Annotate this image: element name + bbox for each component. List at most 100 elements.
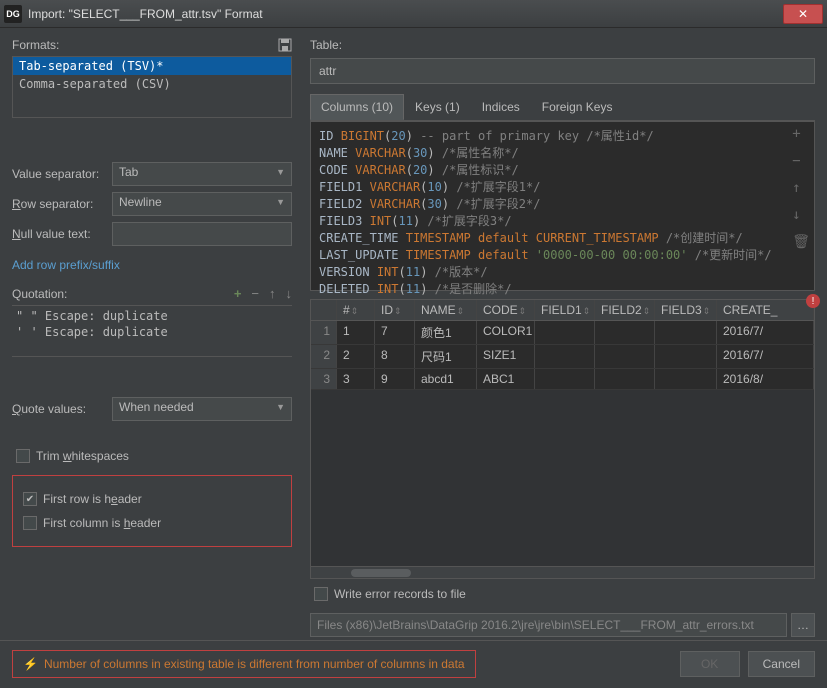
delete-col-icon[interactable]: 🗑 xyxy=(792,234,810,251)
add-column-icon[interactable]: + xyxy=(792,126,810,143)
table-cell[interactable] xyxy=(595,369,655,389)
tab-indices[interactable]: Indices xyxy=(471,94,531,120)
col-header[interactable]: NAME⇕ xyxy=(415,300,477,320)
table-cell[interactable]: COLOR1 xyxy=(477,321,535,344)
left-panel: Formats: Tab-separated (TSV)* Comma-sepa… xyxy=(0,28,304,640)
ddl-line[interactable]: LAST_UPDATE TIMESTAMP default '0000-00-0… xyxy=(319,247,806,264)
table-cell[interactable] xyxy=(595,321,655,344)
grid-warning-badge[interactable]: ! xyxy=(806,294,820,308)
table-cell[interactable]: 2016/8/ xyxy=(717,369,814,389)
close-button[interactable]: ✕ xyxy=(783,4,823,24)
move-col-down-icon[interactable]: ↓ xyxy=(792,207,810,224)
table-cell[interactable]: 2 xyxy=(311,345,337,368)
table-cell[interactable]: 8 xyxy=(375,345,415,368)
table-cell[interactable]: 尺码1 xyxy=(415,345,477,368)
trim-whitespaces-checkbox[interactable] xyxy=(16,449,30,463)
move-up-quotation-icon[interactable]: ↑ xyxy=(269,286,276,301)
ddl-line[interactable]: ID BIGINT(20) -- part of primary key /*属… xyxy=(319,128,806,145)
right-panel: Table: attr Columns (10) Keys (1) Indice… xyxy=(304,28,827,640)
table-cell[interactable]: 2 xyxy=(337,345,375,368)
browse-errors-file-button[interactable]: … xyxy=(791,613,815,637)
col-header[interactable]: FIELD2⇕ xyxy=(595,300,655,320)
save-formats-icon[interactable] xyxy=(278,38,292,52)
value-separator-select[interactable]: Tab xyxy=(112,162,292,186)
ddl-line[interactable]: FIELD1 VARCHAR(10) /*扩展字段1*/ xyxy=(319,179,806,196)
move-down-quotation-icon[interactable]: ↓ xyxy=(286,286,293,301)
horizontal-scrollbar[interactable] xyxy=(311,566,814,578)
col-header[interactable]: FIELD3⇕ xyxy=(655,300,717,320)
errors-file-path[interactable]: Files (x86)\JetBrains\DataGrip 2016.2\jr… xyxy=(310,613,787,637)
value-separator-label: Value separator: xyxy=(12,167,112,181)
add-prefix-suffix-link[interactable]: Add row prefix/suffix xyxy=(12,258,292,272)
table-cell[interactable]: 2016/7/ xyxy=(717,321,814,344)
app-icon: DG xyxy=(4,5,22,23)
ddl-line[interactable]: NAME VARCHAR(30) /*属性名称*/ xyxy=(319,145,806,162)
ddl-line[interactable]: VERSION INT(11) /*版本*/ xyxy=(319,264,806,281)
lightning-icon: ⚡ xyxy=(23,657,38,671)
first-row-header-label: First row is header xyxy=(43,492,142,506)
window-titlebar: DG Import: "SELECT___FROM_attr.tsv" Form… xyxy=(0,0,827,28)
move-col-up-icon[interactable]: ↑ xyxy=(792,180,810,197)
first-row-header-checkbox[interactable] xyxy=(23,492,37,506)
col-header[interactable]: CODE⇕ xyxy=(477,300,535,320)
table-cell[interactable] xyxy=(595,345,655,368)
col-header[interactable]: CREATE_ xyxy=(717,300,814,320)
formats-list[interactable]: Tab-separated (TSV)* Comma-separated (CS… xyxy=(12,56,292,118)
add-quotation-icon[interactable]: + xyxy=(234,286,242,301)
table-cell[interactable] xyxy=(655,369,717,389)
table-cell[interactable] xyxy=(535,345,595,368)
ok-button[interactable]: OK xyxy=(680,651,740,677)
table-cell[interactable]: 3 xyxy=(337,369,375,389)
table-cell[interactable]: 1 xyxy=(311,321,337,344)
null-value-input[interactable] xyxy=(112,222,292,246)
quotation-label: Quotation: xyxy=(12,287,67,301)
table-cell[interactable]: abcd1 xyxy=(415,369,477,389)
table-cell[interactable] xyxy=(655,345,717,368)
table-cell[interactable] xyxy=(535,369,595,389)
table-cell[interactable]: ABC1 xyxy=(477,369,535,389)
cancel-button[interactable]: Cancel xyxy=(748,651,815,677)
quotation-list[interactable]: " " Escape: duplicate ' ' Escape: duplic… xyxy=(12,305,292,357)
format-item-csv[interactable]: Comma-separated (CSV) xyxy=(13,75,291,93)
row-separator-select[interactable]: Newline xyxy=(112,192,292,216)
col-header[interactable]: FIELD1⇕ xyxy=(535,300,595,320)
tab-columns[interactable]: Columns (10) xyxy=(310,94,404,120)
table-cell[interactable]: 2016/7/ xyxy=(717,345,814,368)
quotation-item[interactable]: " " Escape: duplicate xyxy=(12,308,292,324)
quote-values-label: Quote values: xyxy=(12,402,112,416)
first-column-header-checkbox[interactable] xyxy=(23,516,37,530)
quotation-item[interactable]: ' ' Escape: duplicate xyxy=(12,324,292,340)
col-header[interactable]: ID⇕ xyxy=(375,300,415,320)
table-cell[interactable]: 7 xyxy=(375,321,415,344)
table-cell[interactable] xyxy=(535,321,595,344)
ddl-line[interactable]: FIELD2 VARCHAR(30) /*扩展字段2*/ xyxy=(319,196,806,213)
ddl-line[interactable]: CREATE_TIME TIMESTAMP default CURRENT_TI… xyxy=(319,230,806,247)
table-cell[interactable]: 颜色1 xyxy=(415,321,477,344)
table-row[interactable]: 117颜色1COLOR12016/7/ xyxy=(311,321,814,345)
format-item-tsv[interactable]: Tab-separated (TSV)* xyxy=(13,57,291,75)
table-cell[interactable] xyxy=(655,321,717,344)
table-cell[interactable]: 9 xyxy=(375,369,415,389)
schema-tabs: Columns (10) Keys (1) Indices Foreign Ke… xyxy=(310,94,815,121)
quote-values-select[interactable]: When needed xyxy=(112,397,292,421)
highlighted-options: First row is header First column is head… xyxy=(12,475,292,547)
table-name-input[interactable]: attr xyxy=(310,58,815,84)
tab-keys[interactable]: Keys (1) xyxy=(404,94,471,120)
remove-quotation-icon[interactable]: − xyxy=(251,286,259,301)
table-row[interactable]: 339abcd1ABC12016/8/ xyxy=(311,369,814,390)
table-cell[interactable]: SIZE1 xyxy=(477,345,535,368)
table-row[interactable]: 228尺码1SIZE12016/7/ xyxy=(311,345,814,369)
col-header[interactable]: #⇕ xyxy=(337,300,375,320)
ddl-line[interactable]: FIELD3 INT(11) /*扩展字段3*/ xyxy=(319,213,806,230)
dialog-footer: ⚡ Number of columns in existing table is… xyxy=(0,640,827,686)
write-errors-checkbox[interactable] xyxy=(314,587,328,601)
tab-foreign-keys[interactable]: Foreign Keys xyxy=(531,94,624,120)
ddl-line[interactable]: CODE VARCHAR(20) /*属性标识*/ xyxy=(319,162,806,179)
remove-column-icon[interactable]: − xyxy=(792,153,810,170)
table-cell[interactable]: 1 xyxy=(337,321,375,344)
formats-label: Formats: xyxy=(12,38,59,52)
ddl-line[interactable]: DELETED INT(11) /*是否删除*/ xyxy=(319,281,806,298)
ddl-viewer[interactable]: + − ↑ ↓ 🗑 ID BIGINT(20) -- part of prima… xyxy=(310,121,815,291)
table-cell[interactable]: 3 xyxy=(311,369,337,389)
table-label: Table: xyxy=(310,38,815,52)
